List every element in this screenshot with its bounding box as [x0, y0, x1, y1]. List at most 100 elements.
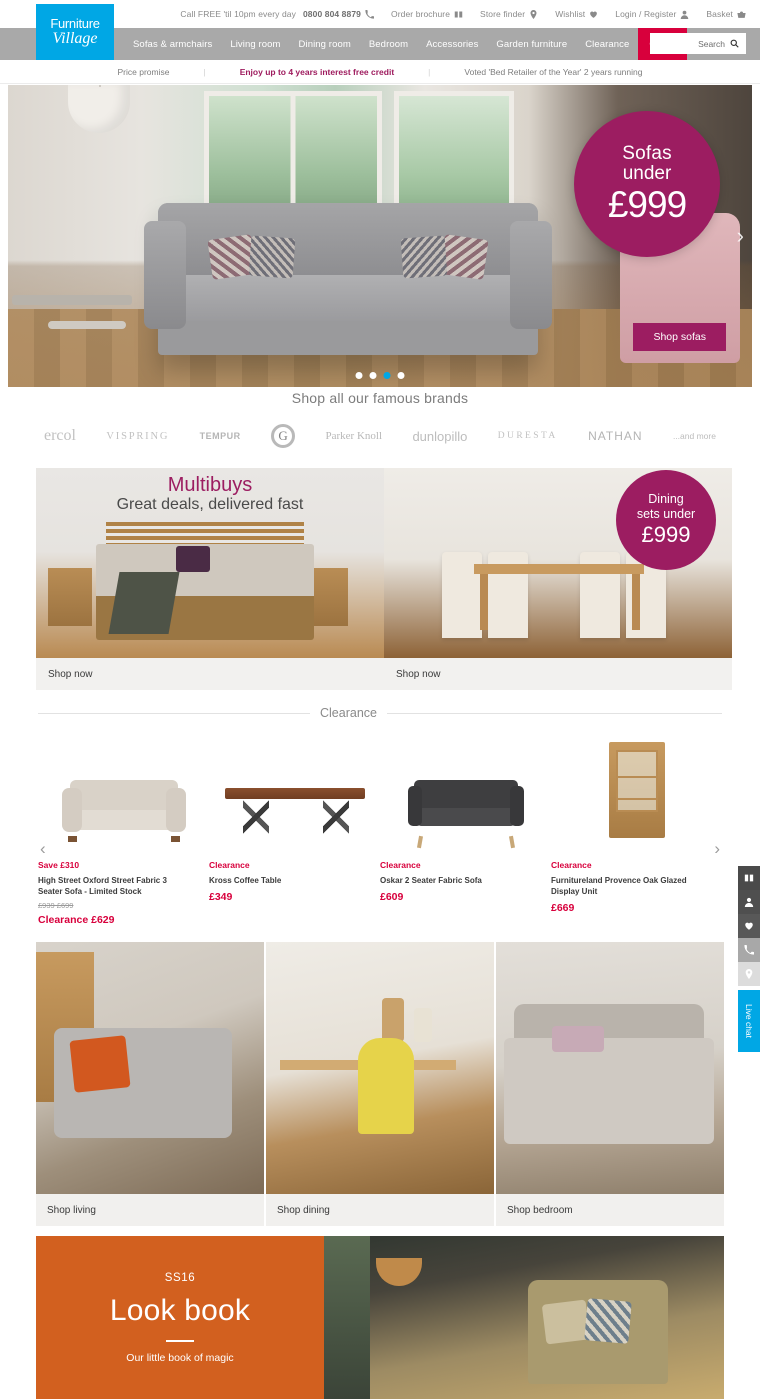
brand-duresta[interactable]: DURESTA	[498, 431, 558, 441]
hero-pendant-lamp-decor	[68, 85, 130, 133]
rail-location-pin-icon[interactable]	[738, 962, 760, 986]
product-image	[551, 738, 722, 838]
rail-brochure-icon[interactable]	[738, 866, 760, 890]
user-icon	[680, 10, 689, 19]
tile-shop-bedroom[interactable]: Shop bedroom	[496, 942, 724, 1226]
tile-label[interactable]: Shop bedroom	[496, 1194, 724, 1226]
brochure-icon	[454, 10, 463, 19]
phone-text: Call FREE 'til 10pm every day	[180, 9, 296, 19]
util-label: Basket	[706, 9, 733, 19]
hero-dot-3-active[interactable]	[383, 372, 391, 379]
brand-vispring[interactable]: VISPRING	[106, 431, 169, 442]
shop-sofas-button[interactable]: Shop sofas	[633, 323, 726, 351]
hero-badge-price: £999	[607, 183, 687, 225]
util-order-brochure[interactable]: Order brochure	[391, 9, 463, 19]
brand-ercol[interactable]: ercol	[44, 427, 76, 445]
promo-price-promise[interactable]: Price promise	[118, 67, 170, 77]
hero-dot-1[interactable]	[355, 372, 363, 379]
promo-interest-free-credit[interactable]: Enjoy up to 4 years interest free credit	[240, 67, 394, 77]
product-card[interactable]: Clearance Kross Coffee Table £349	[209, 738, 380, 926]
lookbook-image	[324, 1236, 724, 1399]
util-wishlist[interactable]: Wishlist	[555, 9, 598, 19]
rail-phone-icon[interactable]	[738, 938, 760, 962]
nav-item-garden-furniture[interactable]: Garden furniture	[487, 28, 576, 60]
promo-bed-retailer-award[interactable]: Voted 'Bed Retailer of the Year' 2 years…	[464, 67, 642, 77]
tile-shop-dining[interactable]: Shop dining	[266, 942, 494, 1226]
lookbook-season: SS16	[164, 1271, 196, 1284]
product-card[interactable]: Save £310 High Street Oxford Street Fabr…	[38, 738, 209, 926]
clearance-product-row: ‹ Save £310 High Street Oxford Street Fa…	[0, 720, 760, 926]
tile-label[interactable]: Shop dining	[266, 1194, 494, 1226]
multibuys-panel[interactable]: Multibuys Great deals, delivered fast Sh…	[36, 468, 384, 690]
heading-rule-right	[386, 712, 722, 714]
nav-item-clearance[interactable]: Clearance	[576, 28, 638, 60]
brand-parker-knoll[interactable]: Parker Knoll	[326, 430, 383, 442]
nav-links: Sofas & armchairs Living room Dining roo…	[124, 28, 687, 60]
brand-nathan[interactable]: NATHAN	[588, 429, 642, 443]
util-label: Login / Register	[615, 9, 677, 19]
floating-side-rail	[738, 866, 760, 986]
product-name[interactable]: Furnitureland Provence Oak Glazed Displa…	[551, 876, 691, 898]
hero-next-arrow-icon[interactable]: ›	[737, 225, 744, 247]
product-card[interactable]: Clearance Oskar 2 Seater Fabric Sofa £60…	[380, 738, 551, 926]
brand-tempur[interactable]: TEMPUR	[200, 431, 241, 441]
nav-item-accessories[interactable]: Accessories	[417, 28, 487, 60]
util-store-finder[interactable]: Store finder	[480, 9, 538, 19]
hero-dot-2[interactable]	[369, 372, 377, 379]
site-logo[interactable]: Furniture Village	[36, 4, 114, 60]
dining-sets-panel[interactable]: Dining sets under £999 Shop now	[384, 468, 732, 690]
brand-gplan[interactable]: G	[271, 424, 296, 448]
util-basket[interactable]: Basket	[706, 9, 746, 19]
util-login-register[interactable]: Login / Register	[615, 9, 689, 19]
brands-section: Shop all our famous brands ercol VISPRIN…	[0, 390, 760, 448]
live-chat-tab[interactable]: Live chat	[738, 990, 760, 1052]
product-name[interactable]: High Street Oxford Street Fabric 3 Seate…	[38, 876, 178, 898]
heading-rule-left	[38, 712, 310, 714]
clearance-section: Clearance ‹ Save £310 High Street Oxford…	[0, 706, 760, 926]
util-label: Store finder	[480, 9, 526, 19]
multibuys-shop-now-button[interactable]: Shop now	[36, 658, 384, 690]
product-price: £669	[551, 901, 575, 914]
brand-dunlopillo[interactable]: dunlopillo	[412, 429, 467, 444]
tile-shop-living[interactable]: Shop living	[36, 942, 264, 1226]
tile-label[interactable]: Shop living	[36, 1194, 264, 1226]
util-label: Wishlist	[555, 9, 586, 19]
lookbook-banner[interactable]: SS16 Look book Our little book of magic	[36, 1236, 724, 1399]
rail-heart-icon[interactable]	[738, 914, 760, 938]
nav-item-sofas-armchairs[interactable]: Sofas & armchairs	[124, 28, 221, 60]
search-box[interactable]: Search	[650, 33, 746, 54]
rail-user-icon[interactable]	[738, 890, 760, 914]
multibuys-title: Multibuys	[167, 474, 253, 496]
carousel-next-arrow-icon[interactable]: ›	[714, 840, 720, 857]
clearance-heading-row: Clearance	[0, 706, 760, 720]
product-card[interactable]: Clearance Furnitureland Provence Oak Gla…	[551, 738, 722, 926]
tile-image	[36, 942, 264, 1194]
brand-and-more-link[interactable]: ...and more	[673, 431, 716, 441]
nav-item-dining-room[interactable]: Dining room	[290, 28, 360, 60]
product-image	[209, 738, 380, 838]
util-label: Order brochure	[391, 9, 451, 19]
brands-row: ercol VISPRING TEMPUR G Parker Knoll dun…	[0, 406, 760, 448]
tile-image	[496, 942, 724, 1194]
product-name[interactable]: Kross Coffee Table	[209, 876, 349, 887]
hero-carousel[interactable]: Sofas under £999 Shop sofas ›	[8, 85, 752, 387]
hero-sofa-decor	[144, 203, 552, 355]
nav-item-living-room[interactable]: Living room	[221, 28, 289, 60]
hero-dot-4[interactable]	[397, 372, 405, 379]
dining-sets-shop-now-button[interactable]: Shop now	[384, 658, 732, 690]
product-image	[38, 738, 209, 842]
heart-icon	[589, 10, 598, 19]
carousel-prev-arrow-icon[interactable]: ‹	[40, 840, 46, 857]
search-icon[interactable]	[730, 35, 739, 53]
phone-info: Call FREE 'til 10pm every day 0800 804 8…	[180, 9, 374, 19]
product-name[interactable]: Oskar 2 Seater Fabric Sofa	[380, 876, 520, 887]
hero-badge-line-2: under	[622, 162, 672, 184]
search-input[interactable]: Search	[698, 39, 725, 49]
lookbook-title: Look book	[109, 1293, 251, 1327]
product-tag: Save £310	[38, 860, 80, 870]
phone-number[interactable]: 0800 804 8879	[303, 9, 361, 19]
logo-line-2: Village	[52, 30, 98, 47]
lookbook-rule	[166, 1339, 194, 1342]
nav-item-bedroom[interactable]: Bedroom	[360, 28, 417, 60]
live-chat-label: Live chat	[744, 1003, 754, 1039]
